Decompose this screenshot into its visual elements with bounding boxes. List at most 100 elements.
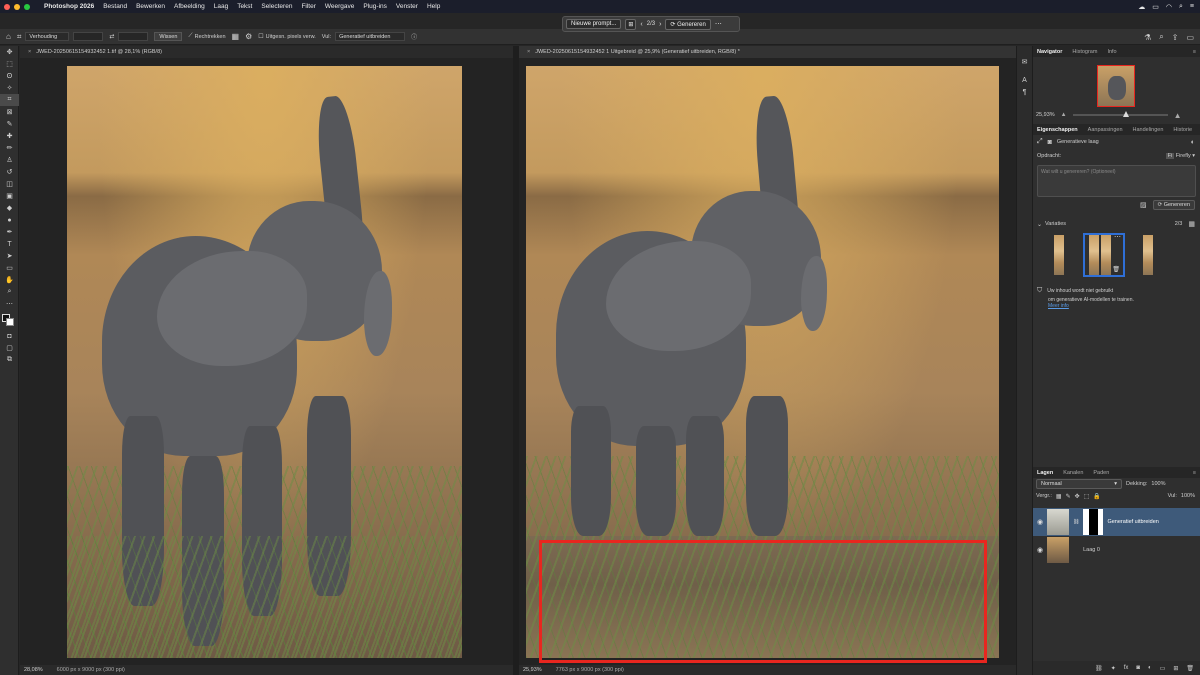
more-options-icon[interactable]: ⋯ <box>715 20 722 28</box>
cloud-icon[interactable]: ☁ <box>1138 3 1145 11</box>
tab-layers[interactable]: Lagen <box>1037 470 1053 476</box>
generative-icon[interactable]: ✦ <box>1111 665 1116 672</box>
new-layer-icon[interactable]: ⊞ <box>1173 665 1178 672</box>
home-icon[interactable]: ⌂ <box>6 32 11 41</box>
marquee-tool-icon[interactable]: ⬚ <box>0 58 19 70</box>
workspace-icon[interactable]: ▭ <box>1186 33 1194 42</box>
more-info-link[interactable]: Meer info <box>1033 303 1200 309</box>
gallery-icon[interactable]: ⊞ <box>625 18 637 30</box>
menu-selecteren[interactable]: Selecteren <box>261 3 292 10</box>
model-select[interactable]: Fi Firefly ▾ <box>1165 153 1195 159</box>
grid-view-icon[interactable]: ▦ <box>1188 220 1195 228</box>
adjustment-layer-icon[interactable]: ◐ <box>1148 665 1152 671</box>
search-icon[interactable]: ⌕ <box>1159 32 1163 42</box>
add-mask-icon[interactable]: ◙ <box>1136 665 1140 671</box>
variation-thumbnail-2b[interactable] <box>1101 235 1111 275</box>
opacity-value[interactable]: 100% <box>1151 481 1165 487</box>
checkbox-icon[interactable]: ☐ <box>258 33 263 40</box>
comments-icon[interactable]: ✉ <box>1017 56 1032 68</box>
hand-tool-icon[interactable]: ✋ <box>0 274 19 286</box>
menu-bewerken[interactable]: Bewerken <box>136 3 165 10</box>
artboard-icon[interactable]: ⧉ <box>0 354 19 366</box>
object-select-tool-icon[interactable]: ✧ <box>0 82 19 94</box>
grid-overlay-icon[interactable]: ▦ <box>232 32 240 41</box>
lock-position-icon[interactable]: ✥ <box>1075 493 1080 500</box>
swap-icon[interactable]: ⇄ <box>109 33 114 40</box>
quick-mask-icon[interactable]: ◘ <box>0 330 19 342</box>
next-icon[interactable]: › <box>659 21 661 28</box>
flask-icon[interactable]: ⚗ <box>1144 33 1151 42</box>
variation-thumbnail-3[interactable] <box>1143 235 1153 275</box>
properties-generate-button[interactable]: ⟳ Genereren <box>1152 200 1195 210</box>
generate-button[interactable]: ⟳ Genereren <box>665 18 711 30</box>
history-brush-tool-icon[interactable]: ↺ <box>0 166 19 178</box>
lock-pixels-icon[interactable]: ✎ <box>1066 493 1071 500</box>
zoom-slider[interactable] <box>1072 111 1168 117</box>
menu-tekst[interactable]: Tekst <box>237 3 252 10</box>
shape-tool-icon[interactable]: ▭ <box>0 262 19 274</box>
layer-name-base[interactable]: Laag 0 <box>1083 547 1100 553</box>
right-doc-info[interactable]: 7763 px x 9000 px (300 ppi) <box>556 667 624 673</box>
prompt-input[interactable]: Wat wilt u genereren? (Optioneel) <box>1037 165 1196 197</box>
left-doc-info[interactable]: 6000 px x 9000 px (300 ppi) <box>57 667 125 673</box>
type-tool-icon[interactable]: T <box>0 238 19 250</box>
clone-stamp-tool-icon[interactable]: ♙ <box>0 154 19 166</box>
menu-afbeelding[interactable]: Afbeelding <box>174 3 205 10</box>
menu-filter[interactable]: Filter <box>301 3 315 10</box>
healing-tool-icon[interactable]: ✚ <box>0 130 19 142</box>
wifi-icon[interactable]: ◠ <box>1166 3 1172 11</box>
tab-properties[interactable]: Eigenschappen <box>1037 127 1078 133</box>
right-document-tab[interactable]: × JWED-20250615154932452 1 Uitgebreid @ … <box>519 46 1016 58</box>
navigator-zoom-value[interactable]: 25,93% <box>1036 112 1055 118</box>
lock-artboard-icon[interactable]: ⬚ <box>1084 493 1090 500</box>
close-tab-icon[interactable]: × <box>527 49 530 55</box>
tab-navigator[interactable]: Navigator <box>1037 49 1062 55</box>
tab-channels[interactable]: Kanalen <box>1063 470 1083 476</box>
menu-bestand[interactable]: Bestand <box>103 3 127 10</box>
character-icon[interactable]: A <box>1017 74 1032 86</box>
variation-thumbnail-1[interactable] <box>1054 235 1064 275</box>
frame-tool-icon[interactable]: ⊠ <box>0 106 19 118</box>
right-canvas[interactable] <box>519 58 1016 665</box>
eyedropper-tool-icon[interactable]: ✎ <box>0 118 19 130</box>
brush-tool-icon[interactable]: ✏ <box>0 142 19 154</box>
navigator-thumbnail[interactable] <box>1097 65 1135 107</box>
straighten-icon[interactable]: ⟋ <box>188 33 192 40</box>
pen-tool-icon[interactable]: ✒ <box>0 226 19 238</box>
settings-icon[interactable]: ⚙ <box>245 32 252 41</box>
fill-value[interactable]: 100% <box>1181 493 1195 499</box>
dodge-tool-icon[interactable]: ● <box>0 214 19 226</box>
left-document-tab[interactable]: × JWED-20250615154932452 1.tif @ 28,1% (… <box>20 46 513 58</box>
gradient-tool-icon[interactable]: ▣ <box>0 190 19 202</box>
color-swatches-icon[interactable] <box>0 310 19 330</box>
new-group-icon[interactable]: ▭ <box>1160 665 1166 672</box>
tab-actions[interactable]: Handelingen <box>1133 127 1164 133</box>
menu-laag[interactable]: Laag <box>214 3 228 10</box>
eraser-tool-icon[interactable]: ◫ <box>0 178 19 190</box>
menu-plugins[interactable]: Plug-ins <box>363 3 386 10</box>
menu-weergave[interactable]: Weergave <box>325 3 355 10</box>
screen-mode-icon[interactable]: ▢ <box>0 342 19 354</box>
left-canvas[interactable] <box>20 58 513 665</box>
reference-image-icon[interactable]: ▨ <box>1140 201 1147 209</box>
variation-thumbnail-2[interactable] <box>1089 235 1099 275</box>
link-layers-icon[interactable]: ⛓ <box>1095 665 1103 672</box>
layer-row-base[interactable]: ◉ Laag 0 <box>1033 536 1200 564</box>
right-zoom-level[interactable]: 25,93% <box>523 667 542 673</box>
tab-paths[interactable]: Paden <box>1093 470 1109 476</box>
close-tab-icon[interactable]: × <box>28 49 31 55</box>
tab-adjustments[interactable]: Aanpassingen <box>1088 127 1123 133</box>
zoom-tool-icon[interactable]: ⌕ <box>0 286 19 298</box>
move-tool-icon[interactable]: ✥ <box>0 46 19 58</box>
left-zoom-level[interactable]: 28,08% <box>24 667 43 673</box>
clear-button[interactable]: Wissen <box>154 32 183 41</box>
blend-mode-select[interactable]: Normaal ▾ <box>1036 479 1122 489</box>
collapse-icon[interactable]: ⌄ <box>1037 221 1042 228</box>
zoom-in-icon[interactable]: ▲ <box>1174 111 1182 120</box>
new-prompt-button[interactable]: Nieuwe prompt... <box>566 19 622 29</box>
toggle-icon[interactable]: ◐ <box>1191 139 1195 146</box>
menu-help[interactable]: Help <box>427 3 440 10</box>
visibility-eye-icon[interactable]: ◉ <box>1037 518 1043 526</box>
minimize-window-icon[interactable] <box>14 3 20 10</box>
lock-transparency-icon[interactable]: ▦ <box>1056 493 1062 500</box>
